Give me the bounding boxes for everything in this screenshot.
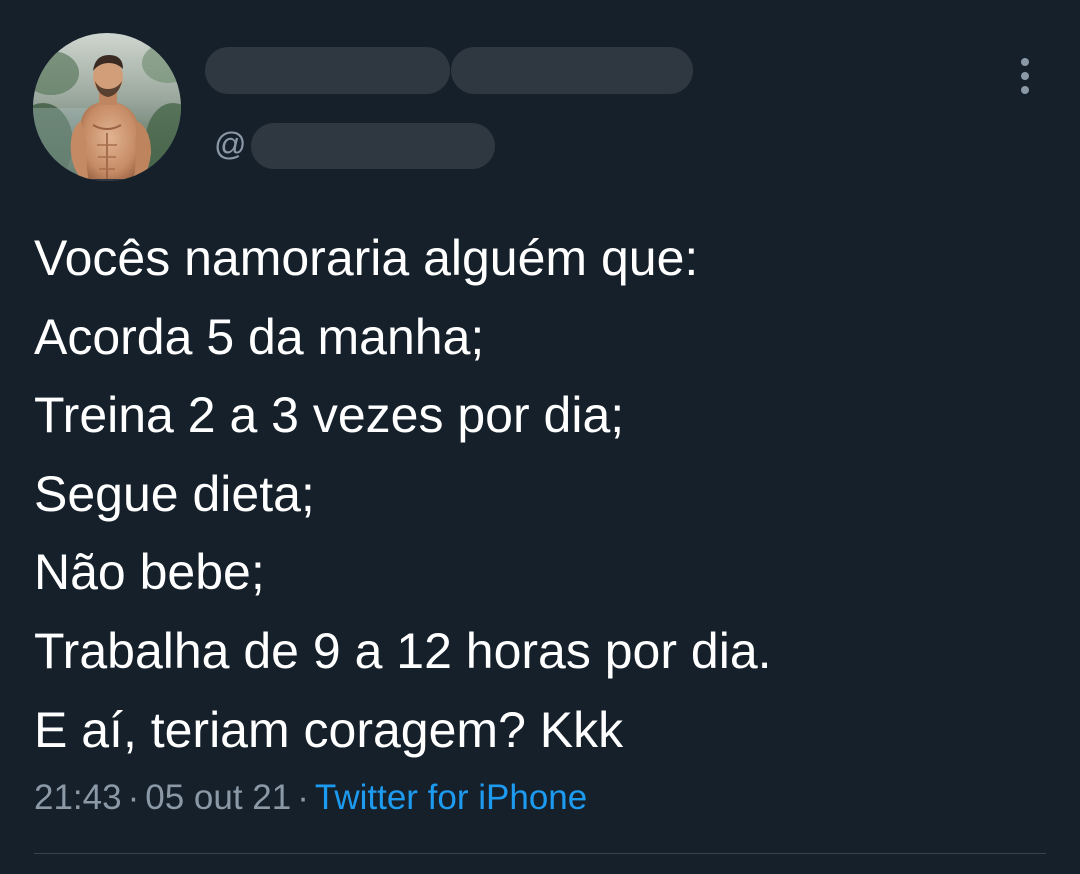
- tweet-text-line: Acorda 5 da manha;: [34, 308, 485, 365]
- more-vertical-icon: [1021, 58, 1029, 94]
- tweet-time[interactable]: 21:43: [34, 778, 122, 817]
- tweet-text-line: Segue dieta;: [34, 465, 315, 522]
- tweet-text: Vocês namoraria alguém que: Acorda 5 da …: [34, 219, 1054, 769]
- tweet-text-line: Trabalha de 9 a 12 horas por dia.: [34, 622, 772, 679]
- display-name-redacted-2: [451, 47, 693, 94]
- tweet-card: @ Vocês namoraria alguém que: Acorda 5 d…: [0, 0, 1080, 874]
- profile-photo-icon: [33, 33, 181, 181]
- tweet-text-line: Vocês namoraria alguém que:: [34, 230, 699, 286]
- handle-prefix: @: [214, 126, 247, 162]
- handle-redacted: [251, 123, 495, 169]
- meta-separator-2: ·: [297, 778, 309, 817]
- tweet-source-link[interactable]: Twitter for iPhone: [315, 778, 587, 817]
- tweet-date[interactable]: 05 out 21: [145, 778, 291, 817]
- tweet-text-line: Treina 2 a 3 vezes por dia;: [34, 387, 625, 444]
- tweet-meta: 21:43 · 05 out 21 · Twitter for iPhone: [34, 776, 587, 820]
- meta-separator: ·: [127, 778, 140, 817]
- display-name-redacted: [205, 47, 450, 94]
- avatar[interactable]: [33, 33, 181, 181]
- more-options-button[interactable]: [1006, 55, 1044, 99]
- tweet-text-line: Não bebe;: [34, 544, 265, 601]
- divider: [34, 853, 1046, 854]
- tweet-text-line: E aí, teriam coragem? Kkk: [34, 701, 624, 758]
